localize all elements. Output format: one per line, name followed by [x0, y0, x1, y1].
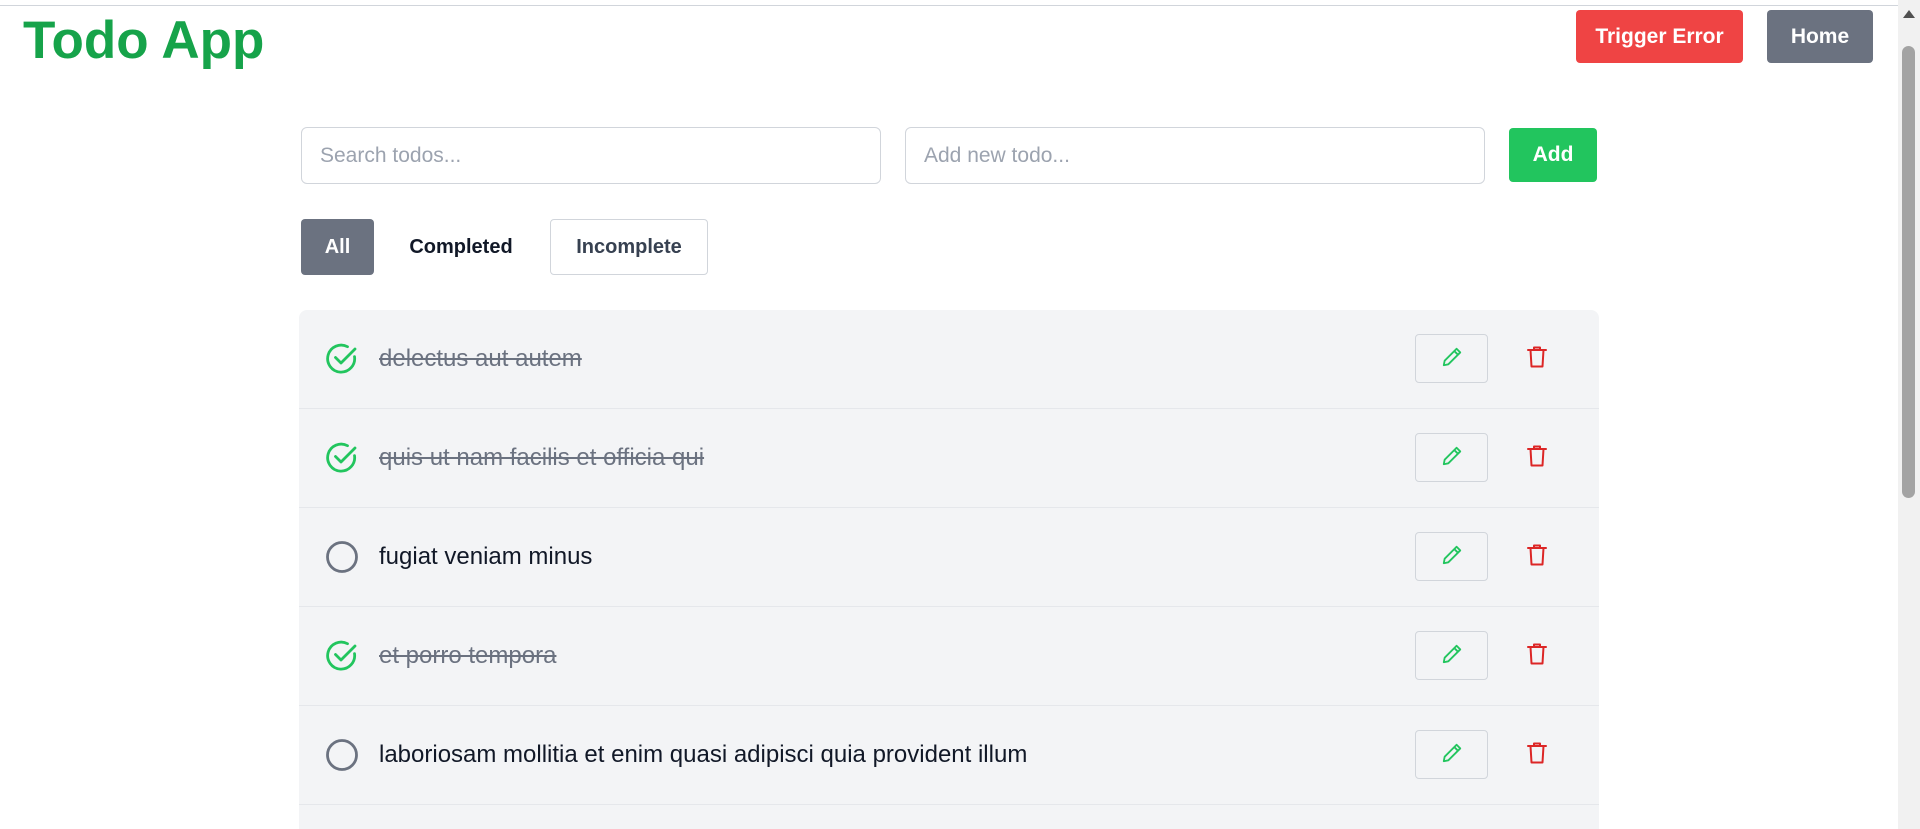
- delete-button[interactable]: [1513, 433, 1561, 482]
- scrollbar-thumb[interactable]: [1902, 46, 1915, 498]
- edit-button[interactable]: [1415, 730, 1488, 779]
- pencil-icon: [1441, 544, 1463, 569]
- pencil-icon: [1441, 445, 1463, 470]
- todo-text: fugiat veniam minus: [379, 543, 593, 570]
- check-circle-icon[interactable]: [325, 342, 359, 376]
- todo-item: fugiat veniam minus: [299, 508, 1599, 607]
- delete-button[interactable]: [1513, 532, 1561, 581]
- trash-icon: [1526, 741, 1548, 768]
- edit-button[interactable]: [1415, 433, 1488, 482]
- trash-icon: [1526, 444, 1548, 471]
- trash-icon: [1526, 642, 1548, 669]
- filter-all-button[interactable]: All: [301, 219, 374, 275]
- delete-button[interactable]: [1513, 334, 1561, 383]
- add-todo-button[interactable]: Add: [1509, 128, 1597, 182]
- todo-app-page: Todo App Trigger Error Home Add All Comp…: [0, 0, 1920, 829]
- todo-text: et porro tempora: [379, 642, 557, 669]
- edit-button[interactable]: [1415, 532, 1488, 581]
- empty-circle-icon[interactable]: [325, 540, 359, 574]
- pencil-icon: [1441, 643, 1463, 668]
- trash-icon: [1526, 345, 1548, 372]
- top-border: [0, 0, 1898, 6]
- pencil-icon: [1441, 346, 1463, 371]
- todo-text: quis ut nam facilis et officia qui: [379, 444, 705, 471]
- todo-text: delectus aut autem: [379, 345, 582, 372]
- empty-circle-icon[interactable]: [325, 738, 359, 772]
- todo-text: laboriosam mollitia et enim quasi adipis…: [379, 741, 1028, 768]
- todo-item: delectus aut autem: [299, 310, 1599, 409]
- scroll-up-arrow-icon[interactable]: [1903, 10, 1915, 18]
- delete-button[interactable]: [1513, 631, 1561, 680]
- check-circle-icon[interactable]: [325, 639, 359, 673]
- trigger-error-button[interactable]: Trigger Error: [1576, 10, 1743, 63]
- pencil-icon: [1441, 742, 1463, 767]
- delete-button[interactable]: [1513, 730, 1561, 779]
- check-circle-icon[interactable]: [325, 441, 359, 475]
- edit-button[interactable]: [1415, 334, 1488, 383]
- app-title: Todo App: [23, 11, 265, 70]
- edit-button[interactable]: [1415, 631, 1488, 680]
- todo-item: et porro tempora: [299, 607, 1599, 706]
- trash-icon: [1526, 543, 1548, 570]
- search-input[interactable]: [301, 127, 881, 184]
- filter-incomplete-button[interactable]: Incomplete: [550, 219, 708, 275]
- home-button[interactable]: Home: [1767, 10, 1873, 63]
- filter-completed-button[interactable]: Completed: [395, 219, 527, 275]
- todo-item: quis ut nam facilis et officia qui: [299, 409, 1599, 508]
- new-todo-input[interactable]: [905, 127, 1485, 184]
- todo-list: delectus aut autem quis ut nam facilis e…: [299, 310, 1599, 829]
- todo-item: laboriosam mollitia et enim quasi adipis…: [299, 706, 1599, 805]
